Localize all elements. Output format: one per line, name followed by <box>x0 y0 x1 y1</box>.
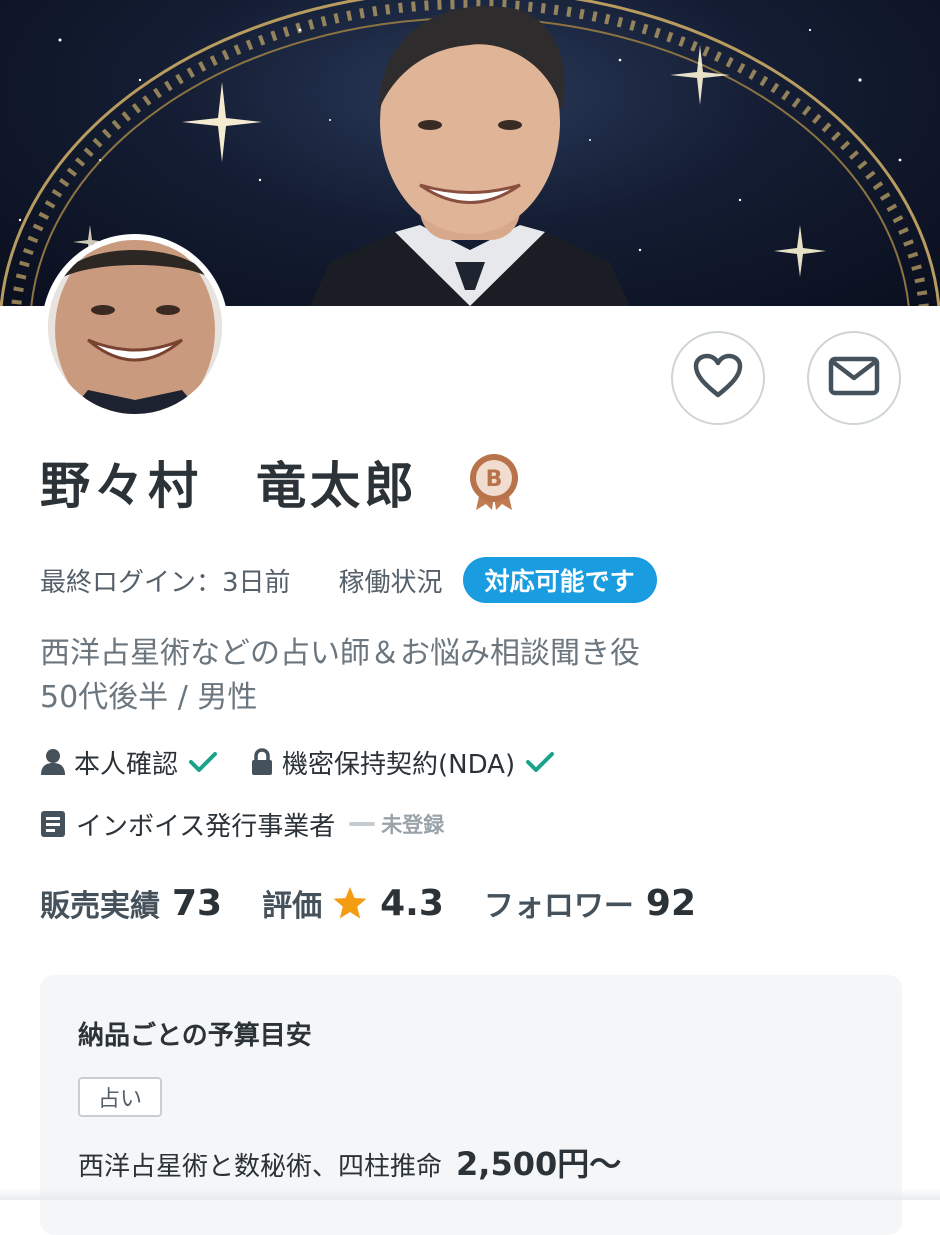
checkmark-icon <box>188 750 218 774</box>
message-button[interactable] <box>807 331 901 425</box>
invoice-row: インボイス発行事業者 未登録 <box>40 804 444 844</box>
envelope-icon <box>828 356 880 400</box>
lock-icon <box>250 748 274 776</box>
bio: 西洋占星術などの占い師＆お悩み相談聞き役 50代後半 / 男性 <box>40 632 640 720</box>
category-tag: 占い <box>78 1077 163 1117</box>
profile-name: 野々村 竜太郎 <box>40 457 418 515</box>
service-item[interactable]: 西洋占星術と数秘術、四柱推命 2,500円〜 <box>78 1139 621 1185</box>
rank-badge-letter: B <box>486 467 503 492</box>
person-icon <box>40 748 66 776</box>
budget-title: 納品ごとの予算目安 <box>78 1021 312 1051</box>
identity-verified-label: 本人確認 <box>74 749 179 780</box>
followers-value[interactable]: 92 <box>646 883 696 924</box>
star-icon <box>332 886 368 920</box>
bottom-divider <box>0 1188 940 1200</box>
stats-row: 販売実績 73 評価 4.3 フォロワー 92 <box>40 878 736 928</box>
dash-icon <box>349 822 376 826</box>
sales-value: 73 <box>172 882 223 924</box>
document-icon <box>40 810 66 838</box>
status-line: 最終ログイン：3日前 稼働状況 対応可能です <box>40 557 657 603</box>
favorite-button[interactable] <box>671 331 765 425</box>
bio-demographic: 50代後半 / 男性 <box>40 680 258 715</box>
followers-label[interactable]: フォロワー <box>484 881 634 925</box>
service-price: 2,500円〜 <box>456 1145 622 1183</box>
invoice-status: 未登録 <box>381 813 445 837</box>
last-login: 最終ログイン：3日前 <box>40 567 291 598</box>
verification-row: 本人確認 機密保持契約(NDA) <box>40 742 587 782</box>
service-name[interactable]: 西洋占星術と数秘術、四柱推命 <box>78 1146 442 1183</box>
rating-label: 評価 <box>262 889 323 924</box>
invoice-label: インボイス発行事業者 <box>76 811 336 842</box>
work-status-label: 稼働状況 <box>338 567 443 598</box>
rank-badge: B <box>466 452 522 516</box>
avatar[interactable] <box>42 234 228 420</box>
checkmark-icon <box>525 750 555 774</box>
availability-badge: 対応可能です <box>462 557 657 603</box>
heart-icon <box>693 353 743 403</box>
nda-label: 機密保持契約(NDA) <box>282 749 516 780</box>
rating-value: 4.3 <box>380 882 444 924</box>
sales-label: 販売実績 <box>40 889 160 924</box>
bio-headline: 西洋占星術などの占い師＆お悩み相談聞き役 <box>40 636 640 671</box>
